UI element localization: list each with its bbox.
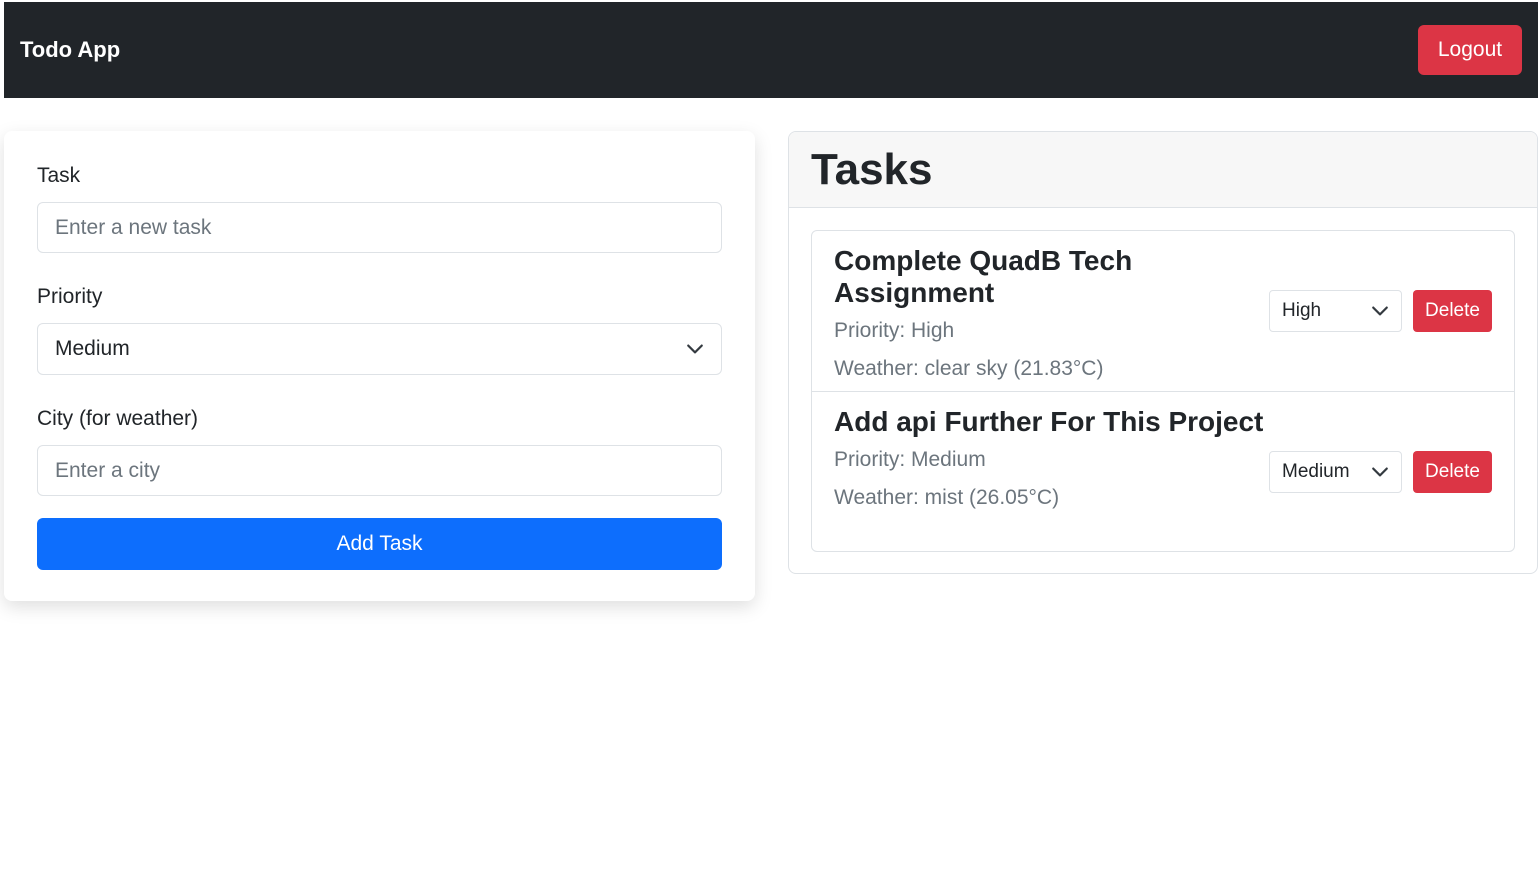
task-weather: Weather: clear sky (21.83°C) — [834, 357, 1104, 380]
navbar: Todo App Logout — [4, 2, 1538, 98]
add-task-button[interactable]: Add Task — [37, 518, 722, 570]
task-actions: High Delete — [1269, 290, 1492, 332]
task-label: Task — [37, 164, 81, 187]
chevron-down-icon — [1372, 306, 1388, 316]
brand-title[interactable]: Todo App — [20, 37, 120, 63]
priority-label: Priority — [37, 285, 103, 308]
task-priority: Priority: Medium — [834, 448, 986, 471]
chevron-down-icon — [687, 344, 703, 354]
task-priority-select[interactable]: Medium — [1269, 450, 1402, 493]
delete-task-button[interactable]: Delete — [1413, 450, 1492, 493]
task-info: Complete QuadB Tech Assignment Priority:… — [834, 243, 1269, 395]
tasks-panel: Tasks Complete QuadB Tech Assignment Pri… — [788, 131, 1538, 574]
logout-button[interactable]: Logout — [1418, 25, 1522, 75]
task-weather: Weather: mist (26.05°C) — [834, 486, 1060, 509]
add-task-form: Task Priority Medium City (for weather) … — [4, 131, 755, 601]
task-title: Add api Further For This Project — [834, 406, 1264, 437]
delete-task-button[interactable]: Delete — [1413, 290, 1492, 332]
task-item: Complete QuadB Tech Assignment Priority:… — [812, 231, 1514, 391]
tasks-title: Tasks — [811, 144, 933, 194]
city-label: City (for weather) — [37, 407, 199, 430]
tasks-header: Tasks — [789, 132, 1537, 208]
task-title: Complete QuadB Tech Assignment — [834, 245, 1133, 308]
task-item: Add api Further For This Project Priorit… — [812, 391, 1514, 551]
tasks-body: Complete QuadB Tech Assignment Priority:… — [789, 208, 1537, 573]
task-priority-select-value: Medium — [1282, 460, 1350, 482]
task-actions: Medium Delete — [1269, 450, 1492, 493]
task-priority-select-value: High — [1282, 300, 1322, 321]
task-input[interactable] — [37, 202, 722, 253]
chevron-down-icon — [1372, 467, 1388, 476]
task-list: Complete QuadB Tech Assignment Priority:… — [811, 230, 1515, 552]
task-priority: Priority: High — [834, 319, 955, 342]
task-priority-select[interactable]: High — [1269, 290, 1402, 332]
priority-select[interactable]: Medium — [37, 323, 722, 375]
city-input[interactable] — [37, 445, 722, 496]
priority-select-value: Medium — [55, 337, 130, 360]
task-info: Add api Further For This Project Priorit… — [834, 404, 1263, 524]
